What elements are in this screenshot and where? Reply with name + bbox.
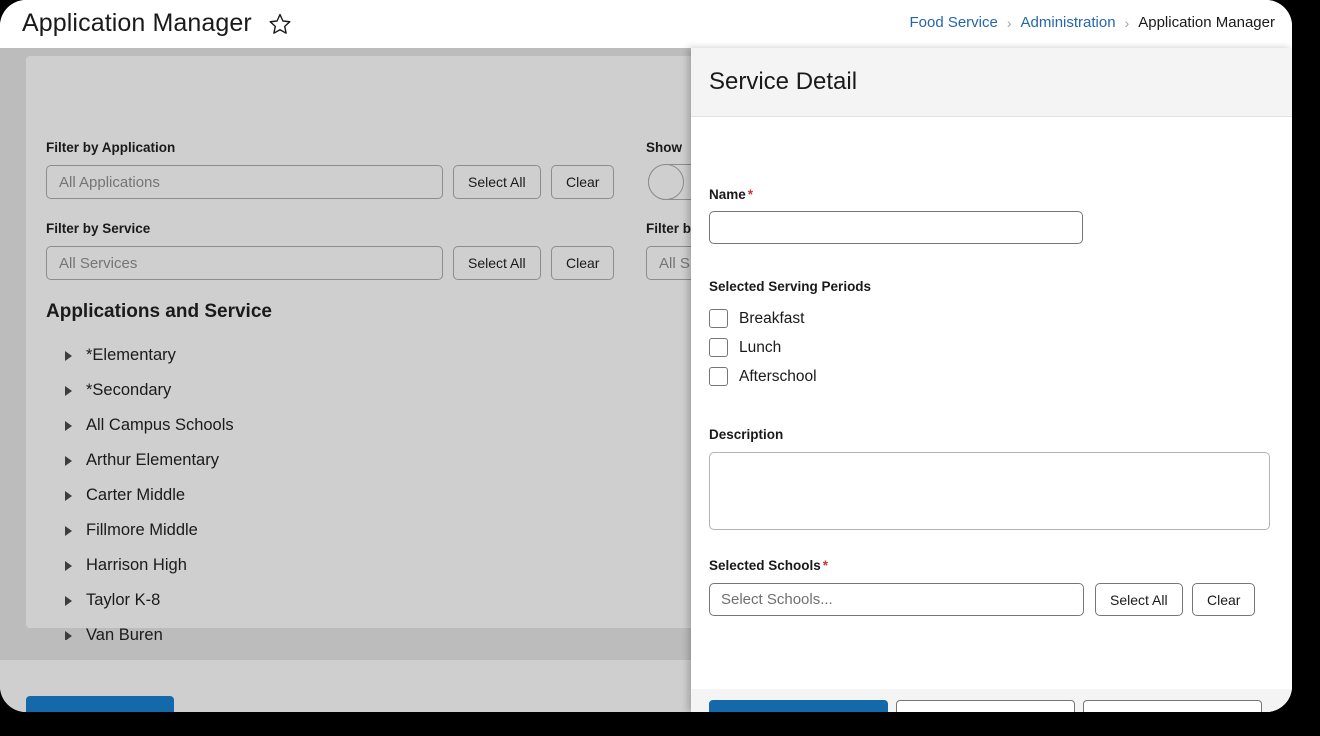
- required-asterisk: *: [747, 187, 754, 202]
- serving-period-label: Lunch: [739, 338, 782, 356]
- name-label: Name *: [709, 187, 753, 202]
- filter-service-clear-button[interactable]: Clear: [551, 246, 615, 280]
- triangle-right-icon[interactable]: [56, 525, 80, 536]
- delete-button[interactable]: Delete: [1083, 700, 1262, 712]
- applications-tree: *Elementary *Secondary All Campus School…: [46, 338, 606, 653]
- page-title: Application Manager: [22, 9, 252, 37]
- breadcrumb: Food Service › Administration › Applicat…: [909, 14, 1275, 31]
- description-textarea[interactable]: [709, 452, 1270, 530]
- tree-item-label: *Elementary: [86, 346, 176, 364]
- selected-schools-select-all-button[interactable]: Select All: [1095, 583, 1183, 616]
- selected-schools-label: Selected Schools *: [709, 558, 828, 573]
- triangle-right-icon[interactable]: [56, 420, 80, 431]
- service-detail-header: Service Detail: [691, 48, 1292, 117]
- filter-application-clear-button[interactable]: Clear: [551, 165, 615, 199]
- show-toggle-label: Show: [646, 140, 682, 155]
- tree-item-label: Fillmore Middle: [86, 521, 198, 539]
- triangle-right-icon[interactable]: [56, 595, 80, 606]
- tree-row[interactable]: Arthur Elementary: [46, 443, 606, 478]
- checkbox-icon[interactable]: [709, 367, 728, 386]
- triangle-right-icon[interactable]: [56, 560, 80, 571]
- breadcrumb-separator-icon: ›: [1124, 14, 1130, 31]
- triangle-right-icon[interactable]: [56, 630, 80, 641]
- tree-item-label: Arthur Elementary: [86, 451, 219, 469]
- selected-schools-label-text: Selected Schools: [709, 558, 821, 573]
- filter-right-label: Filter b: [646, 221, 692, 236]
- filter-service-input[interactable]: [46, 246, 443, 280]
- triangle-right-icon[interactable]: [56, 350, 80, 361]
- triangle-right-icon[interactable]: [56, 385, 80, 396]
- tree-row[interactable]: Carter Middle: [46, 478, 606, 513]
- service-detail-title: Service Detail: [709, 68, 858, 95]
- tree-item-label: *Secondary: [86, 381, 172, 399]
- breadcrumb-item-administration[interactable]: Administration: [1021, 14, 1116, 31]
- star-outline-icon[interactable]: [268, 12, 292, 36]
- page-header: Application Manager Food Service › Admin…: [0, 0, 1292, 48]
- selected-schools-input[interactable]: [709, 583, 1084, 616]
- tree-item-label: Harrison High: [86, 556, 187, 574]
- required-asterisk: *: [822, 558, 829, 573]
- breadcrumb-item-application-manager: Application Manager: [1138, 14, 1275, 31]
- service-detail-body: Name * Selected Serving Periods Breakfast…: [691, 118, 1292, 689]
- name-input[interactable]: [709, 211, 1083, 244]
- checkbox-icon[interactable]: [709, 309, 728, 328]
- tree-row[interactable]: All Campus Schools: [46, 408, 606, 443]
- tree-row[interactable]: Harrison High: [46, 548, 606, 583]
- checkbox-icon[interactable]: [709, 338, 728, 357]
- toggle-knob: [648, 164, 684, 200]
- serving-period-label: Breakfast: [739, 309, 805, 327]
- filter-service-select-all-button[interactable]: Select All: [453, 246, 541, 280]
- tree-item-label: Taylor K-8: [86, 591, 161, 609]
- serving-period-afterschool[interactable]: Afterschool: [709, 362, 817, 391]
- tree-item-label: Carter Middle: [86, 486, 186, 504]
- filter-application-select-all-button[interactable]: Select All: [453, 165, 541, 199]
- description-label: Description: [709, 427, 784, 442]
- serving-periods-label: Selected Serving Periods: [709, 279, 872, 294]
- app-window: Application Manager Food Service › Admin…: [0, 0, 1292, 712]
- name-label-text: Name: [709, 187, 746, 202]
- service-detail-footer: Save Cancel Delete: [691, 689, 1292, 712]
- filter-service-label: Filter by Service: [46, 221, 151, 236]
- service-detail-panel: Service Detail Name * Selected Serving Pe…: [691, 48, 1292, 712]
- serving-period-lunch[interactable]: Lunch: [709, 333, 817, 362]
- filter-application-label: Filter by Application: [46, 140, 176, 155]
- serving-period-breakfast[interactable]: Breakfast: [709, 304, 817, 333]
- tree-row[interactable]: *Elementary: [46, 338, 606, 373]
- new-application-button[interactable]: New Application: [26, 696, 174, 712]
- triangle-right-icon[interactable]: [56, 455, 80, 466]
- triangle-right-icon[interactable]: [56, 490, 80, 501]
- save-button[interactable]: Save: [709, 700, 888, 712]
- serving-periods-group: Breakfast Lunch Afterschool: [709, 304, 817, 391]
- cancel-button[interactable]: Cancel: [896, 700, 1075, 712]
- serving-period-label: Afterschool: [739, 367, 817, 385]
- breadcrumb-item-food-service[interactable]: Food Service: [909, 14, 997, 31]
- tree-row[interactable]: Taylor K-8: [46, 583, 606, 618]
- filter-application-input[interactable]: [46, 165, 443, 199]
- tree-row[interactable]: Fillmore Middle: [46, 513, 606, 548]
- tree-row[interactable]: *Secondary: [46, 373, 606, 408]
- selected-schools-clear-button[interactable]: Clear: [1192, 583, 1256, 616]
- tree-item-label: All Campus Schools: [86, 416, 234, 434]
- tree-section-title: Applications and Service: [46, 301, 272, 322]
- breadcrumb-separator-icon: ›: [1006, 14, 1012, 31]
